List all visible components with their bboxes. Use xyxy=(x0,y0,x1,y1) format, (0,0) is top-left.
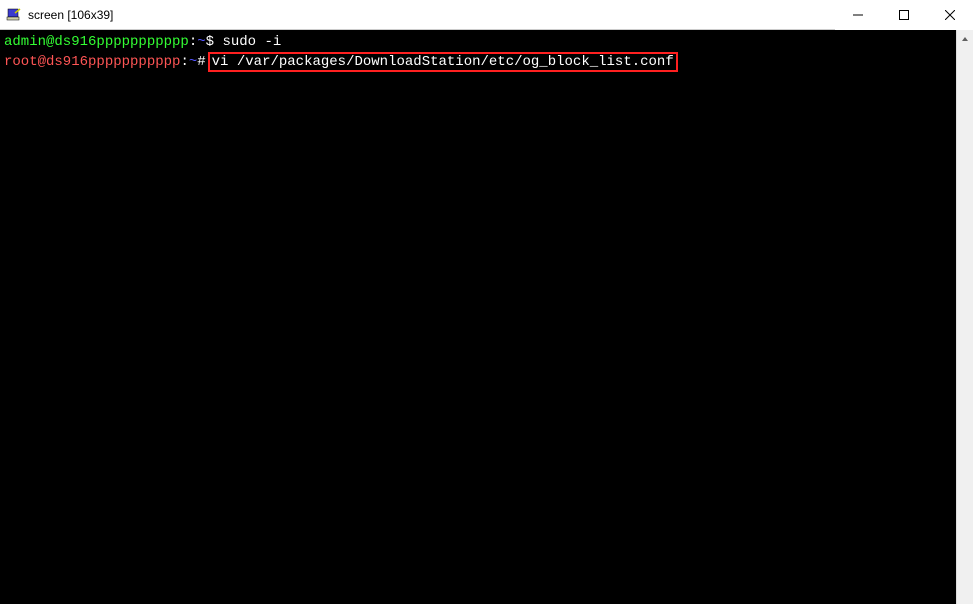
vertical-scrollbar[interactable] xyxy=(956,30,973,604)
terminal-line-1: admin@ds916ppppppppppp:~$ sudo -i xyxy=(4,34,281,50)
prompt-user: root@ds916ppppppppppp xyxy=(4,54,180,70)
command-text: sudo -i xyxy=(222,34,281,50)
terminal-line-2: root@ds916ppppppppppp:~#vi /var/packages… xyxy=(4,54,678,70)
putty-icon xyxy=(6,7,22,23)
maximize-button[interactable] xyxy=(881,0,927,30)
prompt-sep: : xyxy=(180,54,188,70)
prompt-path: ~ xyxy=(189,54,197,70)
terminal-pane[interactable]: admin@ds916ppppppppppp:~$ sudo -i root@d… xyxy=(0,30,956,604)
close-button[interactable] xyxy=(927,0,973,30)
content-area: admin@ds916ppppppppppp:~$ sudo -i root@d… xyxy=(0,30,973,604)
scroll-up-arrow[interactable] xyxy=(957,30,973,47)
minimize-button[interactable] xyxy=(835,0,881,30)
window-titlebar: screen [106x39] xyxy=(0,0,973,30)
window-title: screen [106x39] xyxy=(28,8,113,22)
prompt-sep: : xyxy=(189,34,197,50)
prompt-symbol: $ xyxy=(206,34,214,50)
prompt-user: admin@ds916ppppppppppp xyxy=(4,34,189,50)
prompt-path: ~ xyxy=(197,34,205,50)
highlighted-command: vi /var/packages/DownloadStation/etc/og_… xyxy=(208,52,678,72)
prompt-symbol: # xyxy=(197,54,205,70)
